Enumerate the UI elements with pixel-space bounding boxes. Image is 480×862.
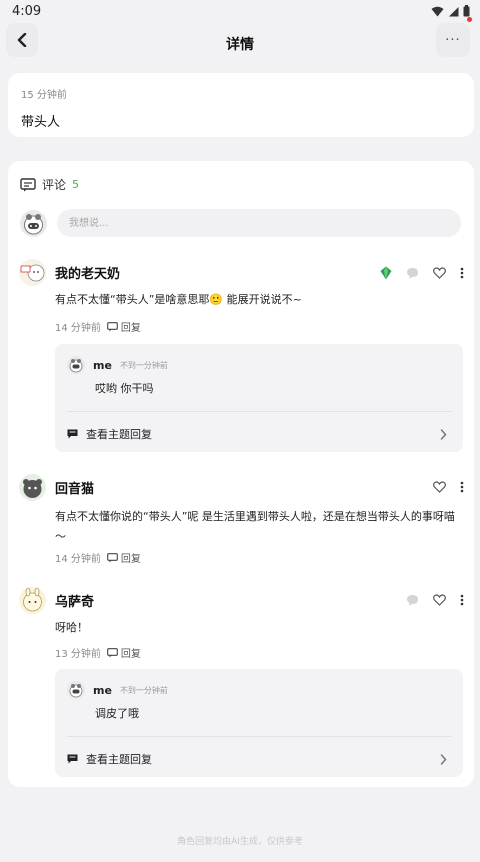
reply-time: 不到一分钟前: [119, 360, 168, 370]
more-vertical-icon[interactable]: [460, 594, 464, 606]
comment-text: 有点不太懂“带头人”是啥意思耶🙂 能展开说说不~: [55, 293, 302, 306]
more-vertical-icon[interactable]: [460, 481, 464, 493]
comment-meta: 14 分钟前 回复: [55, 550, 141, 565]
thread-icon: [67, 429, 78, 439]
reply-author[interactable]: me: [93, 359, 112, 372]
view-thread-replies-button[interactable]: 查看主题回复: [67, 747, 447, 771]
reply-text: 调皮了哦: [95, 707, 139, 720]
comment-input-row: [20, 209, 461, 237]
comment-meta: 14 分钟前 回复: [55, 319, 141, 334]
comment-text: 呀哈！: [55, 621, 88, 634]
reply-button[interactable]: 回复: [107, 319, 141, 334]
reply-box: me 不到一分钟前 哎哟 你干吗 查看主题回复: [55, 344, 463, 452]
reply-divider: [67, 736, 451, 737]
comment-header: 回音猫: [19, 474, 94, 501]
commenter-name[interactable]: 回音猫: [55, 478, 94, 497]
comment-time: 13 分钟前: [55, 649, 101, 660]
comments-card: 评论 5 我的老天奶 有点不太懂“带头人”是啥意思耶🙂 能展开说说不~ 14 分…: [8, 161, 474, 787]
chevron-right-icon: [440, 428, 447, 440]
comment-meta: 13 分钟前 回复: [55, 645, 141, 660]
more-options-button[interactable]: ···: [436, 23, 470, 57]
reply-avatar: [67, 681, 85, 699]
reply-icon: [107, 321, 118, 331]
chat-bubble-icon[interactable]: [406, 594, 419, 606]
back-button[interactable]: [6, 23, 38, 57]
reply-text: 哎哟 你干吗: [95, 382, 154, 395]
view-thread-label: 查看主题回复: [86, 428, 152, 441]
post-text: 带头人: [21, 115, 61, 130]
comment-time: 14 分钟前: [55, 323, 101, 334]
top-app-bar: 详情 ···: [0, 22, 480, 66]
comments-title: 评论: [42, 178, 67, 192]
heart-icon[interactable]: [433, 594, 446, 606]
reply-divider: [67, 411, 451, 412]
status-bar: 4:09: [0, 0, 480, 22]
battery-icon: [463, 5, 470, 17]
more-vertical-icon[interactable]: [460, 267, 464, 279]
commenter-name[interactable]: 我的老天奶: [55, 263, 120, 282]
reply-label: 回复: [120, 323, 141, 334]
status-time: 4:09: [12, 3, 42, 19]
reply-icon: [107, 552, 118, 562]
my-avatar: [20, 209, 47, 237]
post-card: 15 分钟前 带头人: [8, 73, 474, 137]
chevron-right-icon: [440, 753, 447, 765]
signal-icon: [449, 6, 459, 16]
reply-box: me 不到一分钟前 调皮了哦 查看主题回复: [55, 669, 463, 777]
reply-time: 不到一分钟前: [119, 685, 168, 695]
status-icons: [431, 5, 472, 22]
chat-bubble-icon[interactable]: [406, 267, 419, 279]
more-icon: ···: [445, 32, 461, 48]
commenter-name[interactable]: 乌萨奇: [55, 591, 94, 610]
reply-icon: [107, 647, 118, 657]
comment-count: 5: [72, 178, 80, 191]
ai-disclaimer: 角色回复均由AI生成，仅供参考: [177, 837, 303, 847]
comments-header: 评论 5: [20, 176, 79, 193]
view-thread-label: 查看主题回复: [86, 753, 152, 766]
post-time: 15 分钟前: [21, 90, 67, 101]
page-title: 详情: [226, 37, 254, 53]
view-thread-replies-button[interactable]: 查看主题回复: [67, 422, 447, 446]
reply-avatar: [67, 356, 85, 374]
wifi-icon: [431, 6, 444, 16]
thread-icon: [67, 754, 78, 764]
heart-icon[interactable]: [433, 267, 446, 279]
reply-author[interactable]: me: [93, 684, 112, 697]
reply-label: 回复: [120, 649, 141, 660]
chevron-left-icon: [17, 33, 27, 47]
gem-icon[interactable]: [380, 266, 392, 280]
comment-input[interactable]: [57, 209, 461, 237]
comment-header: 我的老天奶: [19, 259, 120, 286]
comment-time: 14 分钟前: [55, 554, 101, 565]
heart-icon[interactable]: [433, 481, 446, 493]
reply-button[interactable]: 回复: [107, 550, 141, 565]
comment-header: 乌萨奇: [19, 587, 94, 614]
comment-icon: [20, 177, 36, 191]
reply-header: me 不到一分钟前: [67, 681, 168, 699]
comment-actions: [380, 266, 464, 280]
reply-label: 回复: [120, 554, 141, 565]
comment-actions: [406, 594, 464, 606]
commenter-avatar[interactable]: [19, 259, 46, 286]
commenter-avatar[interactable]: [19, 474, 46, 501]
commenter-avatar[interactable]: [19, 587, 46, 614]
reply-header: me 不到一分钟前: [67, 356, 168, 374]
comment-text: 有点不太懂你说的“带头人”呢 是生活里遇到带头人啦，还是在想当带头人的事呀喵～: [55, 510, 455, 543]
reply-button[interactable]: 回复: [107, 645, 141, 660]
comment-actions: [433, 481, 464, 493]
